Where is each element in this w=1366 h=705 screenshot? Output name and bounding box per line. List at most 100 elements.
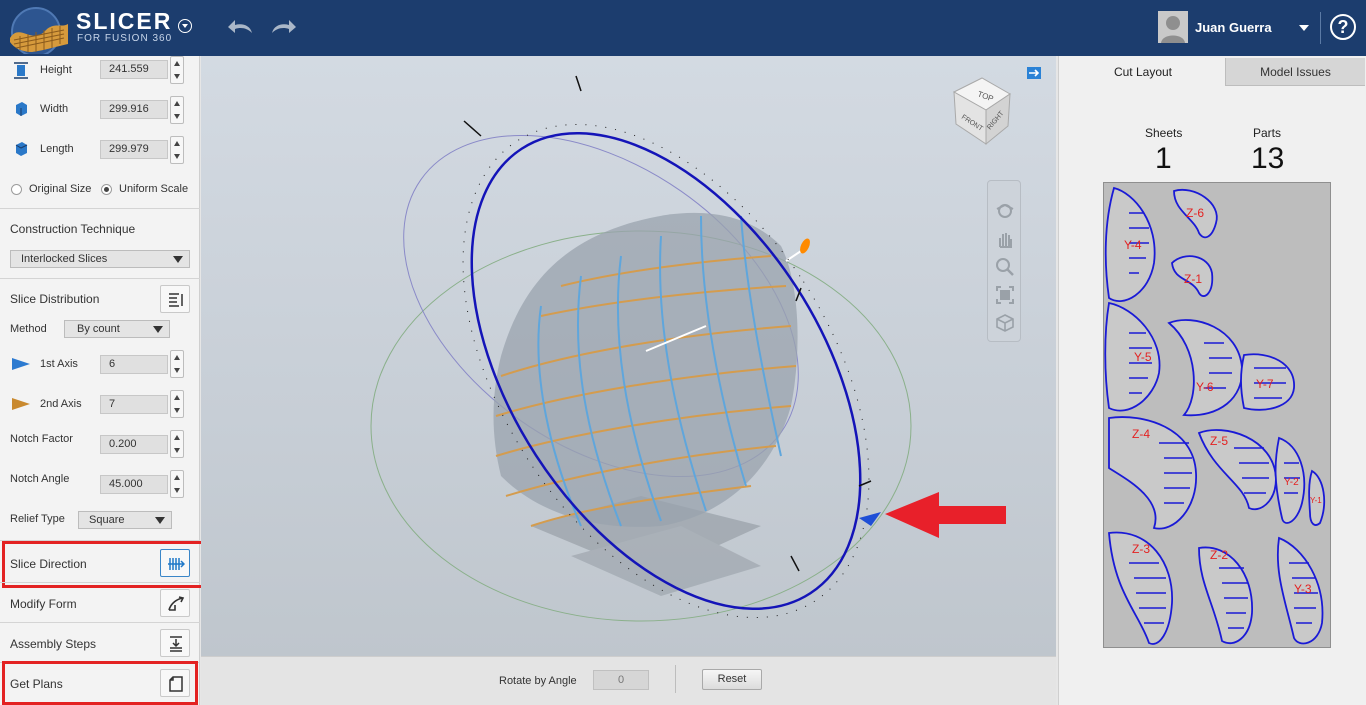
3d-viewport[interactable]: TOP FRONT RIGHT xyxy=(201,56,1056,656)
orbit-icon[interactable] xyxy=(995,201,1015,221)
original-size-radio[interactable] xyxy=(11,184,22,195)
construction-technique-select[interactable]: Interlocked Slices xyxy=(10,250,190,268)
left-panel: Height 241.559 Width 299.916 Length 299.… xyxy=(0,56,206,705)
sliced-model[interactable] xyxy=(493,212,813,527)
width-stepper[interactable] xyxy=(170,96,184,124)
part-label-y7: Y-7 xyxy=(1256,377,1274,391)
notch-factor-input[interactable]: 0.200 xyxy=(100,435,168,454)
parts-count: 13 xyxy=(1251,142,1285,175)
user-avatar[interactable] xyxy=(1158,11,1188,43)
part-label-z5: Z-5 xyxy=(1210,434,1228,448)
divider xyxy=(0,208,200,209)
get-plans-highlight xyxy=(2,661,198,705)
construction-technique-title: Construction Technique xyxy=(10,222,136,236)
app-subtitle: FOR FUSION 360 xyxy=(77,33,173,44)
original-size-label: Original Size xyxy=(29,183,92,195)
redo-icon[interactable] xyxy=(268,14,298,40)
part-label-z4: Z-4 xyxy=(1132,427,1150,441)
sheets-count: 1 xyxy=(1155,142,1172,175)
length-label: Length xyxy=(40,143,74,155)
assembly-steps-label[interactable]: Assembly Steps xyxy=(10,637,96,651)
tab-model-issues[interactable]: Model Issues xyxy=(1225,58,1365,86)
fit-view-icon[interactable] xyxy=(995,285,1015,305)
modify-form-button[interactable] xyxy=(160,589,190,617)
slice-direction-handle[interactable] xyxy=(859,512,881,526)
user-menu-chevron-icon[interactable] xyxy=(1299,25,1309,31)
expand-panel-icon[interactable] xyxy=(1027,67,1041,79)
header-divider xyxy=(1320,12,1321,44)
second-axis-icon xyxy=(12,398,30,410)
slicer-logo-icon xyxy=(10,7,68,54)
cut-sheet[interactable]: Y-4 Z-6 Z-1 Y-5 Y-6 Y-7 Z-4 Z-5 Y-2 Y-1 … xyxy=(1103,182,1331,648)
part-label-y1: Y-1 xyxy=(1310,496,1322,505)
app-menu-dropdown-icon[interactable] xyxy=(178,19,192,33)
part-label-z6: Z-6 xyxy=(1186,206,1204,220)
part-label-y6: Y-6 xyxy=(1196,380,1214,394)
user-name[interactable]: Juan Guerra xyxy=(1195,20,1272,35)
slice-direction-highlight xyxy=(2,541,206,588)
length-input[interactable]: 299.979 xyxy=(100,140,168,159)
rotate-angle-input[interactable]: 0 xyxy=(593,670,649,690)
method-label: Method xyxy=(10,323,47,335)
height-stepper[interactable] xyxy=(170,56,184,84)
width-input[interactable]: 299.916 xyxy=(100,100,168,119)
first-axis-stepper[interactable] xyxy=(170,350,184,378)
pan-hand-icon[interactable] xyxy=(995,229,1015,249)
uniform-scale-label: Uniform Scale xyxy=(119,183,189,195)
part-label-z3: Z-3 xyxy=(1132,542,1150,556)
part-label-z2: Z-2 xyxy=(1210,548,1228,562)
cut-layout-canvas: Y-4 Z-6 Z-1 Y-5 Y-6 Y-7 Z-4 Z-5 Y-2 Y-1 … xyxy=(1104,186,1326,645)
modify-form-label[interactable]: Modify Form xyxy=(10,597,77,611)
sheets-label: Sheets xyxy=(1145,126,1183,140)
part-label-y4: Y-4 xyxy=(1124,238,1142,252)
slice-distribution-button[interactable] xyxy=(160,285,190,313)
relief-type-select[interactable]: Square xyxy=(78,511,172,529)
rotate-angle-label: Rotate by Angle xyxy=(499,675,577,687)
user-silhouette-icon xyxy=(1161,16,1185,43)
view-cube[interactable]: TOP FRONT RIGHT xyxy=(946,72,1016,146)
notch-angle-input[interactable]: 45.000 xyxy=(100,475,168,494)
reset-button[interactable]: Reset xyxy=(702,669,762,690)
parts-label: Parts xyxy=(1253,126,1282,140)
modify-form-icon xyxy=(168,596,185,611)
second-axis-stepper[interactable] xyxy=(170,390,184,418)
first-axis-input[interactable]: 6 xyxy=(100,355,168,374)
assembly-steps-button[interactable] xyxy=(160,629,190,657)
notch-angle-label: Notch Angle xyxy=(10,473,70,485)
navigation-bar xyxy=(987,180,1021,342)
notch-angle-stepper[interactable] xyxy=(170,470,184,498)
part-y6 xyxy=(1167,319,1243,417)
rotate-toolbar: Rotate by Angle 0 Reset xyxy=(201,656,1056,705)
divider xyxy=(0,278,200,279)
zoom-icon[interactable] xyxy=(995,257,1015,277)
part-label-y3: Y-3 xyxy=(1294,582,1312,596)
height-dimension-icon xyxy=(14,62,28,79)
relief-type-label: Relief Type xyxy=(10,513,65,525)
toolbar-divider xyxy=(675,665,676,693)
length-dimension-icon xyxy=(15,142,28,156)
first-axis-label: 1st Axis xyxy=(40,358,78,370)
height-input[interactable]: 241.559 xyxy=(100,60,168,79)
height-label: Height xyxy=(40,64,72,76)
annotation-arrow-icon xyxy=(885,492,1006,538)
method-select[interactable]: By count xyxy=(64,320,170,338)
app-title: SLICER xyxy=(76,8,173,34)
notch-factor-stepper[interactable] xyxy=(170,430,184,458)
help-icon[interactable]: ? xyxy=(1330,14,1356,40)
undo-icon[interactable] xyxy=(226,14,256,40)
divider xyxy=(0,582,200,583)
part-label-z1: Z-1 xyxy=(1184,272,1202,286)
length-stepper[interactable] xyxy=(170,136,184,164)
second-axis-input[interactable]: 7 xyxy=(100,395,168,414)
home-view-icon[interactable] xyxy=(995,313,1015,333)
part-label-y5: Y-5 xyxy=(1134,350,1152,364)
slice-distribution-icon xyxy=(169,293,183,307)
uniform-scale-radio[interactable] xyxy=(101,184,112,195)
tab-cut-layout[interactable]: Cut Layout xyxy=(1061,58,1225,86)
width-label: Width xyxy=(40,103,69,115)
model-canvas[interactable] xyxy=(201,56,1056,656)
notch-factor-label: Notch Factor xyxy=(10,433,73,445)
width-dimension-icon xyxy=(16,102,27,116)
first-axis-icon xyxy=(12,358,30,370)
divider xyxy=(0,622,200,623)
